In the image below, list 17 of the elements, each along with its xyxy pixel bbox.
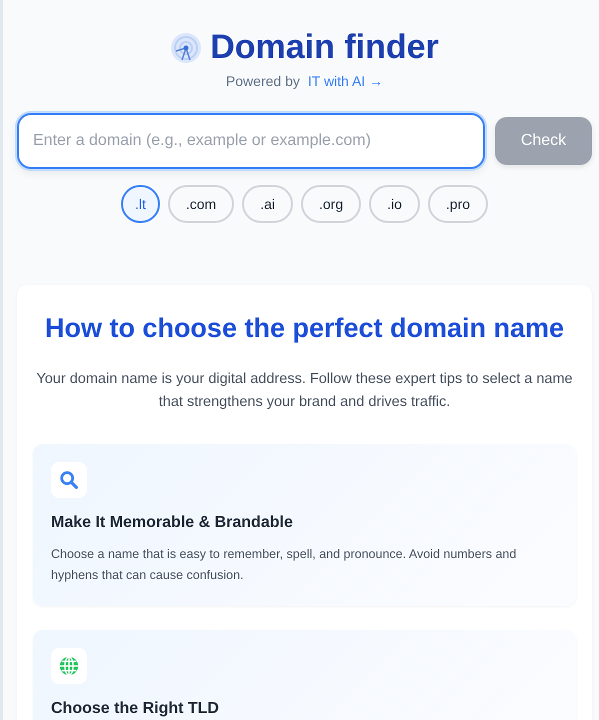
tip-title: Make It Memorable & Brandable <box>51 514 294 532</box>
search-icon <box>58 469 80 491</box>
powered-by-link[interactable]: IT with AI → <box>308 73 384 89</box>
tld-chip[interactable]: .com <box>168 185 234 223</box>
tld-chip[interactable]: .lt <box>120 185 160 223</box>
tld-chip[interactable]: .ai <box>242 185 293 223</box>
tip-title: Choose the Right TLD <box>51 700 220 718</box>
tip-text: Choose a name that is easy to remember, spell, and pronounce. Avoid numbers and hyphens that can cause confusion. <box>51 546 518 584</box>
tld-chip[interactable]: .io <box>369 185 420 223</box>
powered-by-label: Powered by <box>226 73 300 89</box>
tld-chip[interactable]: .pro <box>428 185 488 223</box>
globe-icon <box>58 655 80 677</box>
radar-icon <box>170 32 202 64</box>
guide-title: How to choose the perfect domain name <box>44 313 566 344</box>
guide-intro: Your domain name is your digital address. Follow these expert tips to select a name that strengthens your brand and drives traffic. <box>35 370 574 412</box>
page-title: Domain finder <box>210 28 439 67</box>
tld-chip[interactable]: .org <box>300 185 362 223</box>
